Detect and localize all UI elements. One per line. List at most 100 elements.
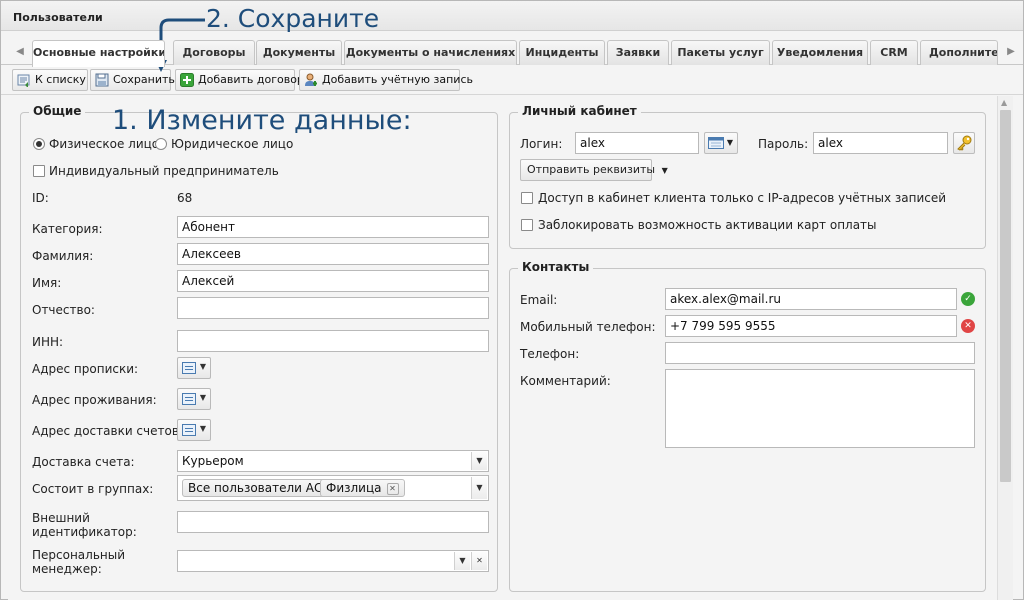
- live-address-button[interactable]: ▼: [177, 388, 211, 410]
- comment-label: Комментарий:: [520, 374, 611, 388]
- back-to-list-label: К списку: [35, 73, 86, 86]
- delivery-select-value: Курьером: [182, 454, 244, 468]
- tab-notifications[interactable]: Уведомления: [772, 40, 868, 65]
- ext-id-label-line1: Внешний: [32, 511, 90, 525]
- bill-address-button[interactable]: ▼: [177, 419, 211, 441]
- plus-icon: [180, 73, 194, 87]
- send-credentials-button[interactable]: Отправить реквизиты ▼: [520, 159, 668, 181]
- surname-field[interactable]: Алексеев: [177, 243, 489, 265]
- entrepreneur-checkbox[interactable]: [33, 165, 45, 177]
- general-legend: Общие: [29, 104, 86, 118]
- address-card-icon: [182, 362, 196, 374]
- inn-label: ИНН:: [32, 335, 64, 349]
- phone-label: Телефон:: [520, 347, 580, 361]
- individual-radio-label: Физическое лицо: [49, 137, 160, 151]
- form-content: Общие Физическое лицо Юридическое лицо И…: [8, 96, 998, 600]
- patronymic-field[interactable]: [177, 297, 489, 319]
- mobile-field[interactable]: +7 799 595 9555: [665, 315, 957, 337]
- phone-field[interactable]: [665, 342, 975, 364]
- ip-only-label: Доступ в кабинет клиента только с IP-адр…: [538, 191, 947, 205]
- block-cards-checkbox[interactable]: [521, 219, 533, 231]
- surname-label: Фамилия:: [32, 249, 94, 263]
- tab-incidents[interactable]: Инциденты: [519, 40, 605, 65]
- add-user-icon: [305, 73, 317, 86]
- tab-charge-documents[interactable]: Документы о начислениях: [344, 40, 517, 65]
- category-field[interactable]: Абонент: [177, 216, 489, 238]
- external-id-field[interactable]: [177, 511, 489, 533]
- group-chip-all-users: Все пользователи АСР: [182, 479, 336, 497]
- tab-scroll-right-icon[interactable]: ▶: [1004, 43, 1018, 61]
- window-title: Пользователи: [13, 11, 103, 24]
- annotation-step-1: 1. Измените данные:: [112, 105, 412, 136]
- list-back-icon: [17, 74, 30, 87]
- calendar-icon: [708, 137, 724, 149]
- dropdown-arrow-icon: ▼: [199, 393, 206, 402]
- tab-crm[interactable]: CRM: [870, 40, 918, 65]
- block-cards-label: Заблокировать возможность активации карт…: [538, 218, 877, 232]
- add-contract-label: Добавить договор: [198, 73, 304, 86]
- comment-textarea[interactable]: [665, 369, 975, 448]
- tab-requests[interactable]: Заявки: [607, 40, 669, 65]
- ext-id-label-line2: идентификатор:: [32, 525, 137, 539]
- clear-icon[interactable]: ✕: [471, 552, 487, 570]
- reg-address-button[interactable]: ▼: [177, 357, 211, 379]
- annotation-step-2: 2. Сохраните: [206, 4, 380, 33]
- scrollbar-thumb[interactable]: [1000, 110, 1011, 482]
- add-account-button[interactable]: Добавить учётную запись: [299, 69, 473, 91]
- chevron-down-icon[interactable]: ▼: [471, 452, 487, 470]
- tab-documents[interactable]: Документы: [256, 40, 342, 65]
- delivery-label: Доставка счета:: [32, 455, 135, 469]
- tab-bar: ◀ Основные настройки Договоры Документы …: [1, 37, 1023, 67]
- dropdown-arrow-icon: ▼: [661, 166, 668, 175]
- invalid-cross-icon: ✕: [961, 319, 975, 333]
- legal-entity-radio-label: Юридическое лицо: [171, 137, 294, 151]
- login-generate-button[interactable]: ▼: [704, 132, 738, 154]
- save-label: Сохранить: [113, 73, 175, 86]
- personal-cabinet-group: Личный кабинет Логин: alex ▼ Пароль: ale…: [509, 104, 986, 249]
- chevron-down-icon[interactable]: ▼: [471, 477, 487, 499]
- entrepreneur-label: Индивидуальный предприниматель: [49, 164, 279, 178]
- manager-label-line1: Персональный: [32, 548, 126, 562]
- groups-multiselect[interactable]: Все пользователи АСР Физлица ✕ ▼: [177, 475, 489, 501]
- inn-field[interactable]: [177, 330, 489, 352]
- category-label: Категория:: [32, 222, 103, 236]
- send-credentials-label: Отправить реквизиты: [527, 163, 656, 176]
- password-label: Пароль:: [758, 137, 809, 151]
- add-account-label: Добавить учётную запись: [322, 73, 473, 86]
- cabinet-legend: Личный кабинет: [518, 104, 641, 118]
- password-field[interactable]: alex: [813, 132, 948, 154]
- id-label: ID:: [32, 191, 49, 205]
- dropdown-arrow-icon: ▼: [726, 138, 733, 147]
- email-field[interactable]: akex.alex@mail.ru: [665, 288, 957, 310]
- tab-service-packages[interactable]: Пакеты услуг: [671, 40, 770, 65]
- general-group: Общие Физическое лицо Юридическое лицо И…: [20, 104, 498, 592]
- legal-entity-radio[interactable]: [155, 138, 167, 150]
- chevron-down-icon[interactable]: ▼: [454, 552, 470, 570]
- dropdown-arrow-icon: ▼: [199, 362, 206, 371]
- vertical-scrollbar[interactable]: ▲: [997, 96, 1013, 600]
- generate-password-button[interactable]: [953, 132, 975, 154]
- personal-manager-select[interactable]: ▼ ✕: [177, 550, 489, 572]
- id-value: 68: [177, 191, 193, 205]
- key-icon: [957, 135, 972, 151]
- ip-only-checkbox[interactable]: [521, 192, 533, 204]
- remove-chip-icon[interactable]: ✕: [386, 482, 399, 495]
- login-field[interactable]: alex: [575, 132, 699, 154]
- contacts-legend: Контакты: [518, 260, 594, 274]
- name-field[interactable]: Алексей: [177, 270, 489, 292]
- tab-scroll-left-icon[interactable]: ◀: [13, 43, 27, 61]
- manager-label-line2: менеджер:: [32, 562, 102, 576]
- delivery-select[interactable]: Курьером ▼: [177, 450, 489, 472]
- scroll-up-icon[interactable]: ▲: [1001, 98, 1007, 107]
- reg-address-label: Адрес прописки:: [32, 362, 139, 376]
- login-label: Логин:: [520, 137, 563, 151]
- back-to-list-button[interactable]: К списку: [12, 69, 88, 91]
- tab-additional[interactable]: Дополнительно: [920, 40, 998, 65]
- address-card-icon: [182, 393, 196, 405]
- bill-address-label: Адрес доставки счетов:: [32, 424, 183, 438]
- tab-main-settings[interactable]: Основные настройки: [32, 40, 165, 67]
- save-icon: [95, 73, 109, 87]
- contacts-group: Контакты Email: akex.alex@mail.ru ✓ Моби…: [509, 260, 986, 592]
- individual-radio[interactable]: [33, 138, 45, 150]
- email-label: Email:: [520, 293, 558, 307]
